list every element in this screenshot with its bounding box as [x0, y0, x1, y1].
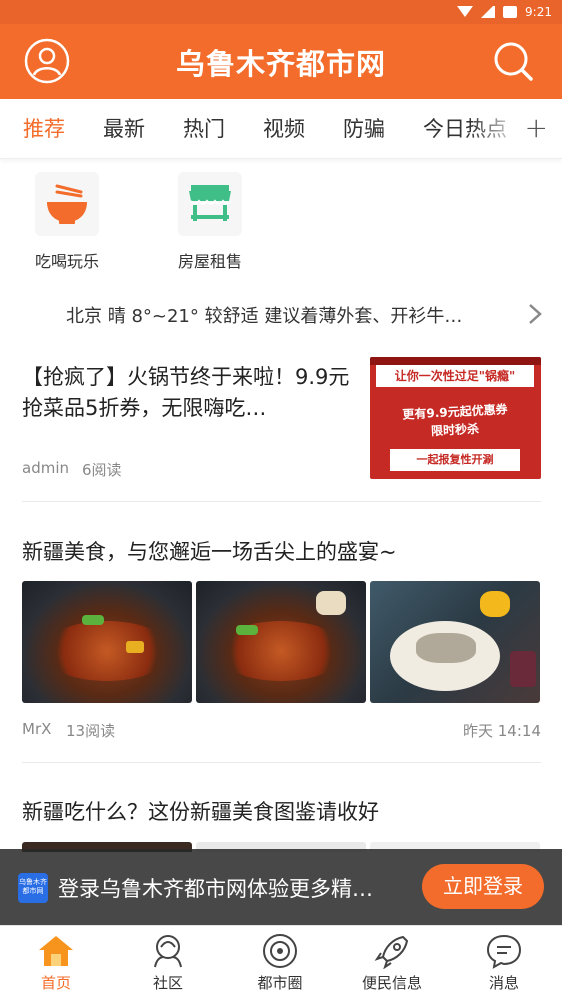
category-label: 房屋租售 [177, 252, 242, 271]
chevron-right-icon[interactable] [528, 303, 542, 331]
nav-messages[interactable]: 消息 [459, 932, 549, 993]
wifi-icon [457, 6, 474, 18]
avatar-button[interactable] [24, 38, 70, 84]
market-stall-icon [178, 172, 242, 236]
divider [22, 501, 541, 502]
article-image[interactable] [22, 581, 192, 703]
divider [22, 762, 541, 763]
rocket-icon [372, 932, 412, 970]
signal-icon [481, 6, 496, 18]
article-title[interactable]: 【抢疯了】火锅节终于来啦！9.9元抢菜品5折券，无限嗨吃… [22, 362, 357, 424]
article-reads: 6阅读 [82, 461, 122, 479]
tab-latest[interactable]: 最新 [103, 113, 145, 143]
tab-fade [472, 99, 522, 157]
article-title[interactable]: 新疆美食，与您邂逅一场舌尖上的盛宴~ [22, 536, 397, 566]
add-tab-button[interactable]: + [525, 111, 548, 144]
app-logo: 乌鲁木齐都市网 [18, 873, 48, 903]
weather-text[interactable]: 北京 晴 8°~21° 较舒适 建议着薄外套、开衫牛… [66, 302, 462, 328]
article-image[interactable] [196, 581, 366, 703]
category-housing[interactable]: 房屋租售 [165, 172, 255, 272]
app-title: 乌鲁木齐都市网 [175, 46, 386, 81]
nav-city-circle[interactable]: 都市圈 [235, 932, 325, 993]
message-icon [484, 932, 524, 970]
search-button[interactable] [492, 40, 534, 82]
bottom-nav: 首页 社区 都市圈 便民信息 消息 [0, 925, 562, 999]
logo-text: 乌鲁木齐都市网 [19, 878, 47, 895]
user-circle-icon [24, 38, 70, 84]
tab-hot[interactable]: 热门 [183, 113, 225, 143]
login-button[interactable]: 立即登录 [422, 864, 544, 909]
nav-label: 便民信息 [361, 974, 422, 992]
nav-label: 消息 [488, 974, 519, 992]
tab-recommend[interactable]: 推荐 [23, 113, 65, 143]
nav-community[interactable]: 社区 [123, 932, 213, 993]
login-prompt: 登录乌鲁木齐都市网体验更多精… [58, 877, 373, 901]
nav-label: 都市圈 [257, 974, 303, 992]
app-header: 乌鲁木齐都市网 [0, 24, 562, 99]
battery-icon [503, 6, 518, 18]
tab-video[interactable]: 视频 [263, 113, 305, 143]
status-time: 9:21 [525, 5, 552, 19]
status-bar: 9:21 [0, 0, 562, 24]
category-label: 吃喝玩乐 [34, 252, 99, 271]
article-author: MrX [22, 720, 52, 738]
search-icon [494, 42, 533, 81]
city-circle-icon [260, 932, 300, 970]
community-icon [148, 932, 188, 970]
article-image[interactable] [370, 581, 540, 703]
nav-label: 首页 [40, 974, 71, 992]
bowl-icon [35, 172, 99, 236]
thumb-line1: 让你一次性过足"锅瘾" [376, 365, 534, 387]
article-title[interactable]: 新疆吃什么？这份新疆美食图鉴请收好 [22, 796, 379, 826]
nav-label: 社区 [152, 974, 183, 992]
article-thumbnail[interactable]: 让你一次性过足"锅瘾" 更有9.9元起优惠券 限时秒杀 一起报复性开涮 [370, 357, 541, 479]
thumb-line4: 一起报复性开涮 [390, 449, 520, 471]
article-reads: 13阅读 [66, 722, 116, 740]
channel-tabs: 推荐 最新 热门 视频 防骗 今日热点 + [0, 99, 562, 159]
tab-anti-fraud[interactable]: 防骗 [343, 113, 385, 143]
home-icon [36, 932, 76, 970]
nav-services[interactable]: 便民信息 [347, 932, 437, 993]
category-food-fun[interactable]: 吃喝玩乐 [22, 172, 112, 272]
nav-home[interactable]: 首页 [11, 932, 101, 993]
login-banner: 乌鲁木齐都市网 登录乌鲁木齐都市网体验更多精… 立即登录 [0, 849, 562, 925]
article-time: 昨天 14:14 [463, 722, 541, 740]
article-author: admin [22, 459, 69, 477]
